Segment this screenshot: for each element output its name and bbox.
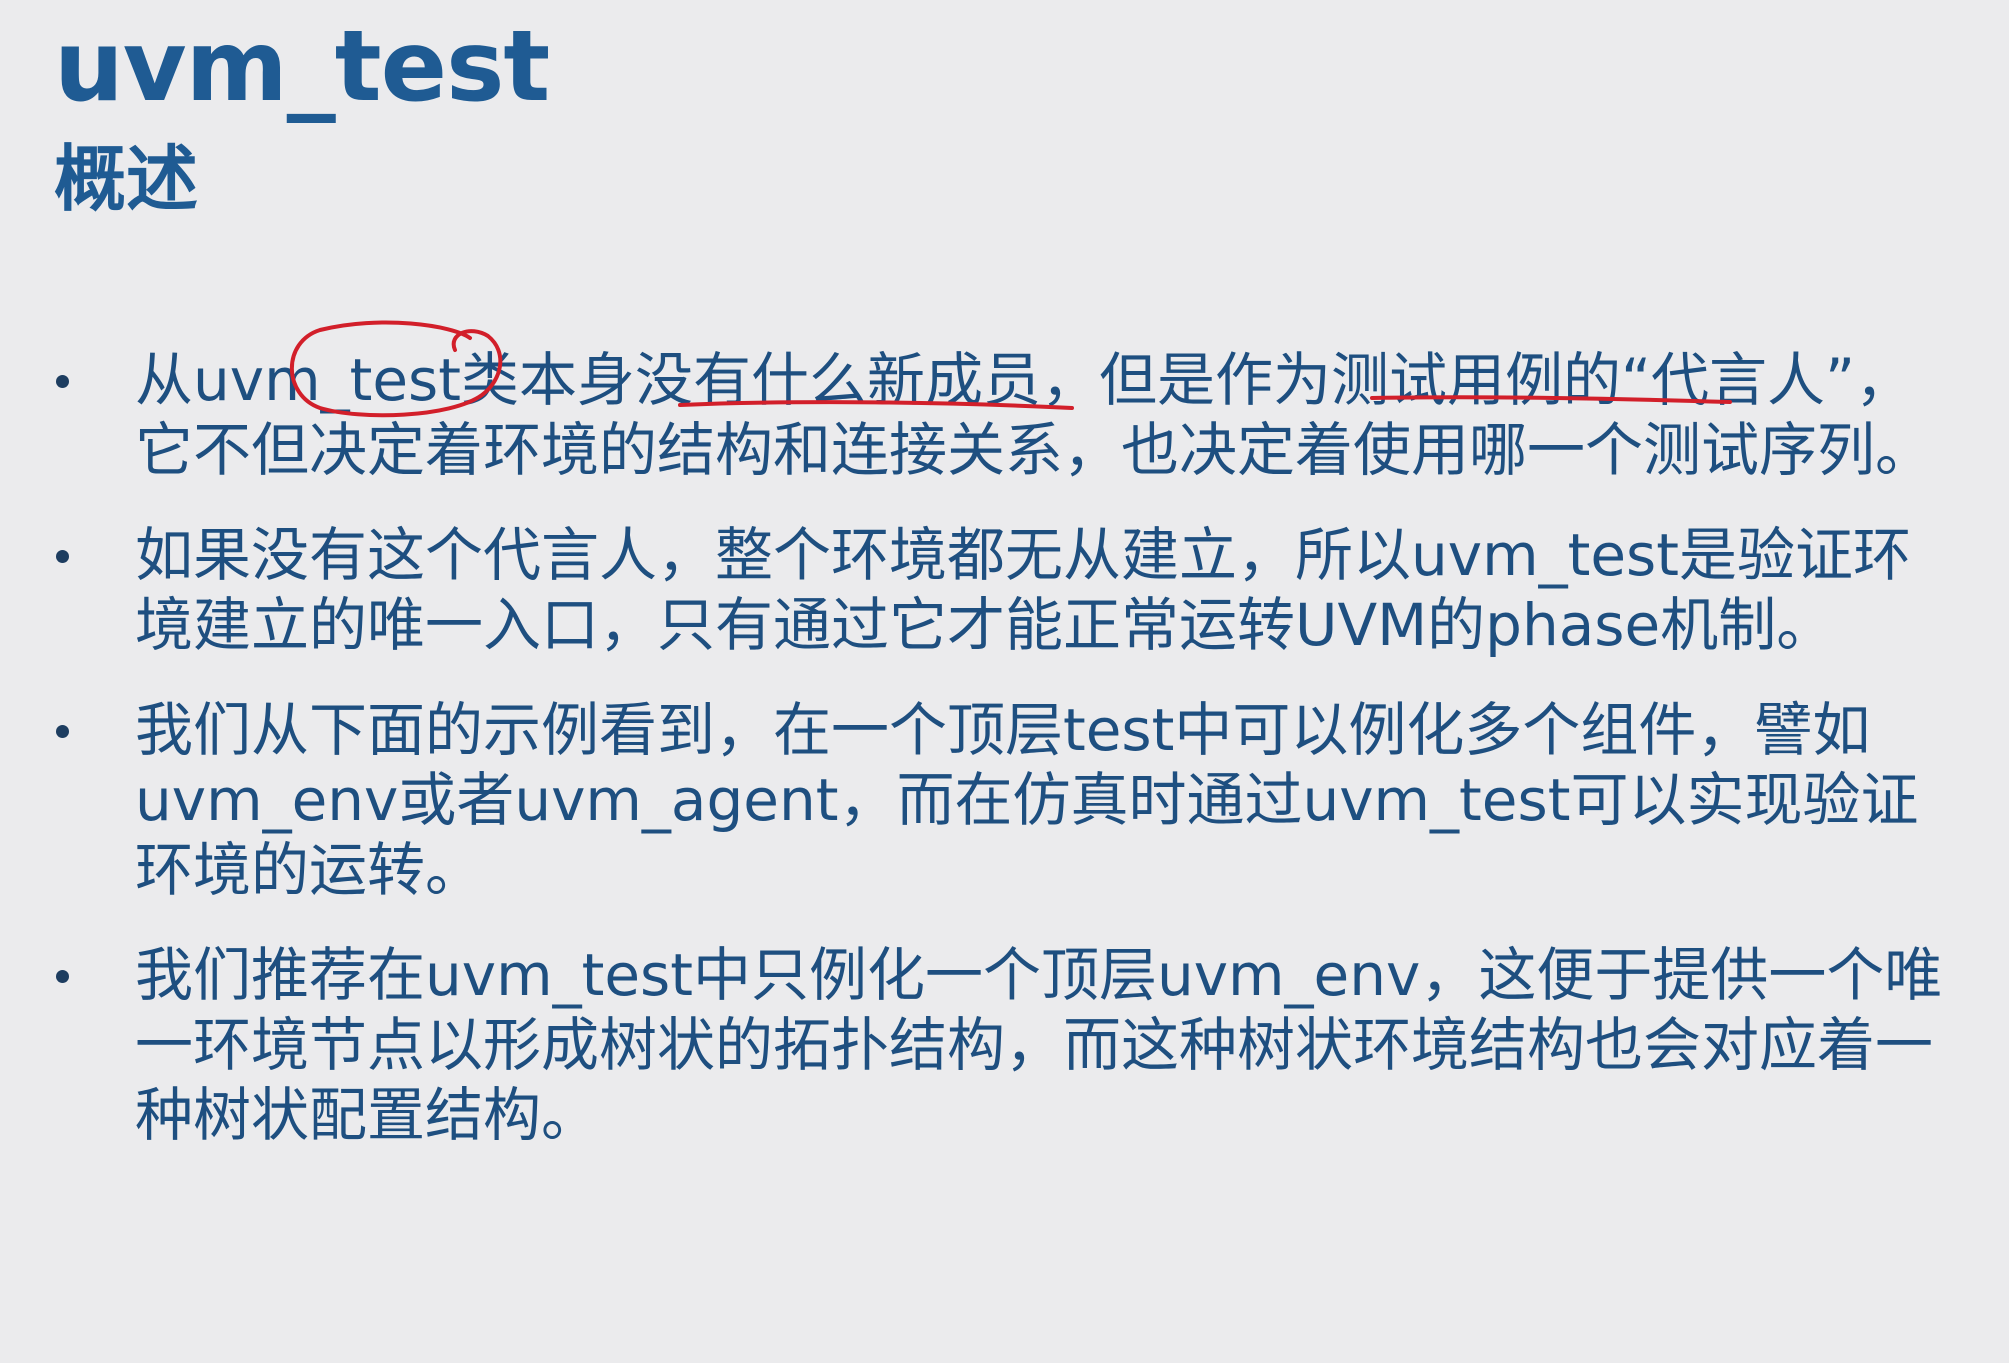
- bullet-item: 从uvm_test类本身没有什么新成员，但是作为测试用例的“代言人”，它不但决定…: [0, 345, 2009, 485]
- bullet-dot-icon: [56, 970, 69, 983]
- bullet-list: 从uvm_test类本身没有什么新成员，但是作为测试用例的“代言人”，它不但决定…: [0, 345, 2009, 1185]
- bullet-item: 我们推荐在uvm_test中只例化一个顶层uvm_env，这便于提供一个唯一环境…: [0, 940, 2009, 1150]
- bullet-item: 如果没有这个代言人，整个环境都无从建立，所以uvm_test是验证环境建立的唯一…: [0, 520, 2009, 660]
- bullet-item: 我们从下面的示例看到，在一个顶层test中可以例化多个组件，譬如uvm_env或…: [0, 695, 2009, 905]
- bullet-dot-icon: [56, 725, 69, 738]
- slide-subtitle: 概述: [54, 137, 199, 221]
- bullet-dot-icon: [56, 550, 69, 563]
- bullet-text: 从uvm_test类本身没有什么新成员，但是作为测试用例的“代言人”，它不但决定…: [135, 346, 1934, 484]
- slide: uvm_test 概述 从uvm_test类本身没有什么新成员，但是作为测试用例…: [0, 0, 2009, 1363]
- slide-title: uvm_test: [54, 10, 550, 124]
- bullet-text: 我们从下面的示例看到，在一个顶层test中可以例化多个组件，譬如uvm_env或…: [135, 696, 1919, 904]
- bullet-dot-icon: [56, 375, 69, 388]
- bullet-text: 我们推荐在uvm_test中只例化一个顶层uvm_env，这便于提供一个唯一环境…: [135, 941, 1943, 1149]
- bullet-text: 如果没有这个代言人，整个环境都无从建立，所以uvm_test是验证环境建立的唯一…: [135, 521, 1911, 659]
